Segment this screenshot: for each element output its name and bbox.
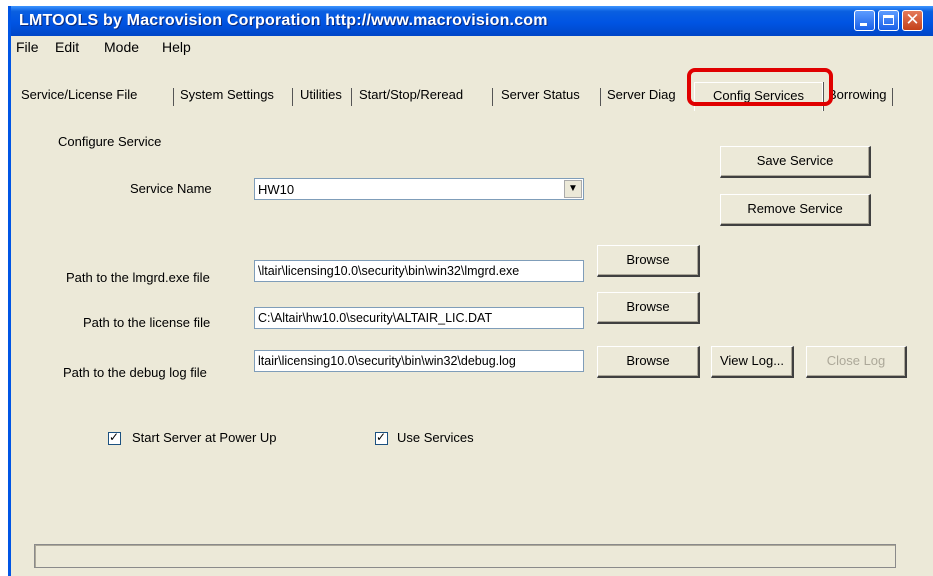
menu-edit[interactable]: Edit [55,39,79,55]
tab-utilities[interactable]: Utilities [298,87,344,109]
lmgrd-path-label: Path to the lmgrd.exe file [66,270,210,285]
tab-separator [892,88,893,106]
tab-system-settings[interactable]: System Settings [178,87,276,109]
lmtools-window: LMTOOLS by Macrovision Corporation http:… [8,6,933,576]
tab-service-license-file[interactable]: Service/License File [19,87,139,109]
tab-server-diag[interactable]: Server Diag [605,87,678,109]
checkmark-icon: ✓ [376,430,387,444]
checkmark-icon: ✓ [109,430,120,444]
tab-separator [292,88,293,106]
maximize-icon [883,15,894,25]
tab-separator [600,88,601,106]
close-icon: ✕ [905,10,920,29]
title-bar[interactable]: LMTOOLS by Macrovision Corporation http:… [11,6,933,36]
status-bar [34,544,896,568]
browse-license-button[interactable]: Browse [597,292,700,324]
maximize-button[interactable] [878,10,899,31]
menu-help[interactable]: Help [162,39,191,55]
minimize-icon [860,23,867,26]
close-log-button[interactable]: Close Log [806,346,907,378]
menu-bar: File Edit Mode Help [11,36,933,57]
license-path-label: Path to the license file [83,315,211,330]
menu-mode[interactable]: Mode [104,39,139,55]
tab-start-stop-reread[interactable]: Start/Stop/Reread [357,87,465,109]
tab-server-status[interactable]: Server Status [499,87,582,109]
menu-file[interactable]: File [16,39,39,55]
highlight-box [687,68,833,106]
configure-service-heading: Configure Service [58,134,162,149]
service-name-combo[interactable]: HW10 ▼ [254,178,584,200]
use-services-checkbox[interactable]: ✓ [375,430,388,445]
window-title: LMTOOLS by Macrovision Corporation http:… [19,12,548,29]
debug-log-path-label: Path to the debug log file [63,365,207,380]
tab-separator [173,88,174,106]
service-name-label: Service Name [130,181,212,196]
browse-debug-log-button[interactable]: Browse [597,346,700,378]
save-service-button[interactable]: Save Service [720,146,871,178]
remove-service-button[interactable]: Remove Service [720,194,871,226]
chevron-down-icon[interactable]: ▼ [564,180,582,198]
start-at-powerup-checkbox[interactable]: ✓ [108,430,121,445]
start-at-powerup-label[interactable]: Start Server at Power Up [132,430,277,445]
minimize-button[interactable] [854,10,875,31]
debug-log-path-field[interactable]: ltair\licensing10.0\security\bin\win32\d… [254,350,584,372]
service-name-value: HW10 [258,182,295,197]
tab-separator [351,88,352,106]
browse-lmgrd-button[interactable]: Browse [597,245,700,277]
tab-separator [492,88,493,106]
license-path-field[interactable]: C:\Altair\hw10.0\security\ALTAIR_LIC.DAT [254,307,584,329]
lmgrd-path-field[interactable]: \ltair\licensing10.0\security\bin\win32\… [254,260,584,282]
view-log-button[interactable]: View Log... [711,346,794,378]
close-button[interactable]: ✕ [902,10,923,31]
use-services-label[interactable]: Use Services [397,430,474,445]
tab-borrowing[interactable]: Borrowing [826,87,889,109]
